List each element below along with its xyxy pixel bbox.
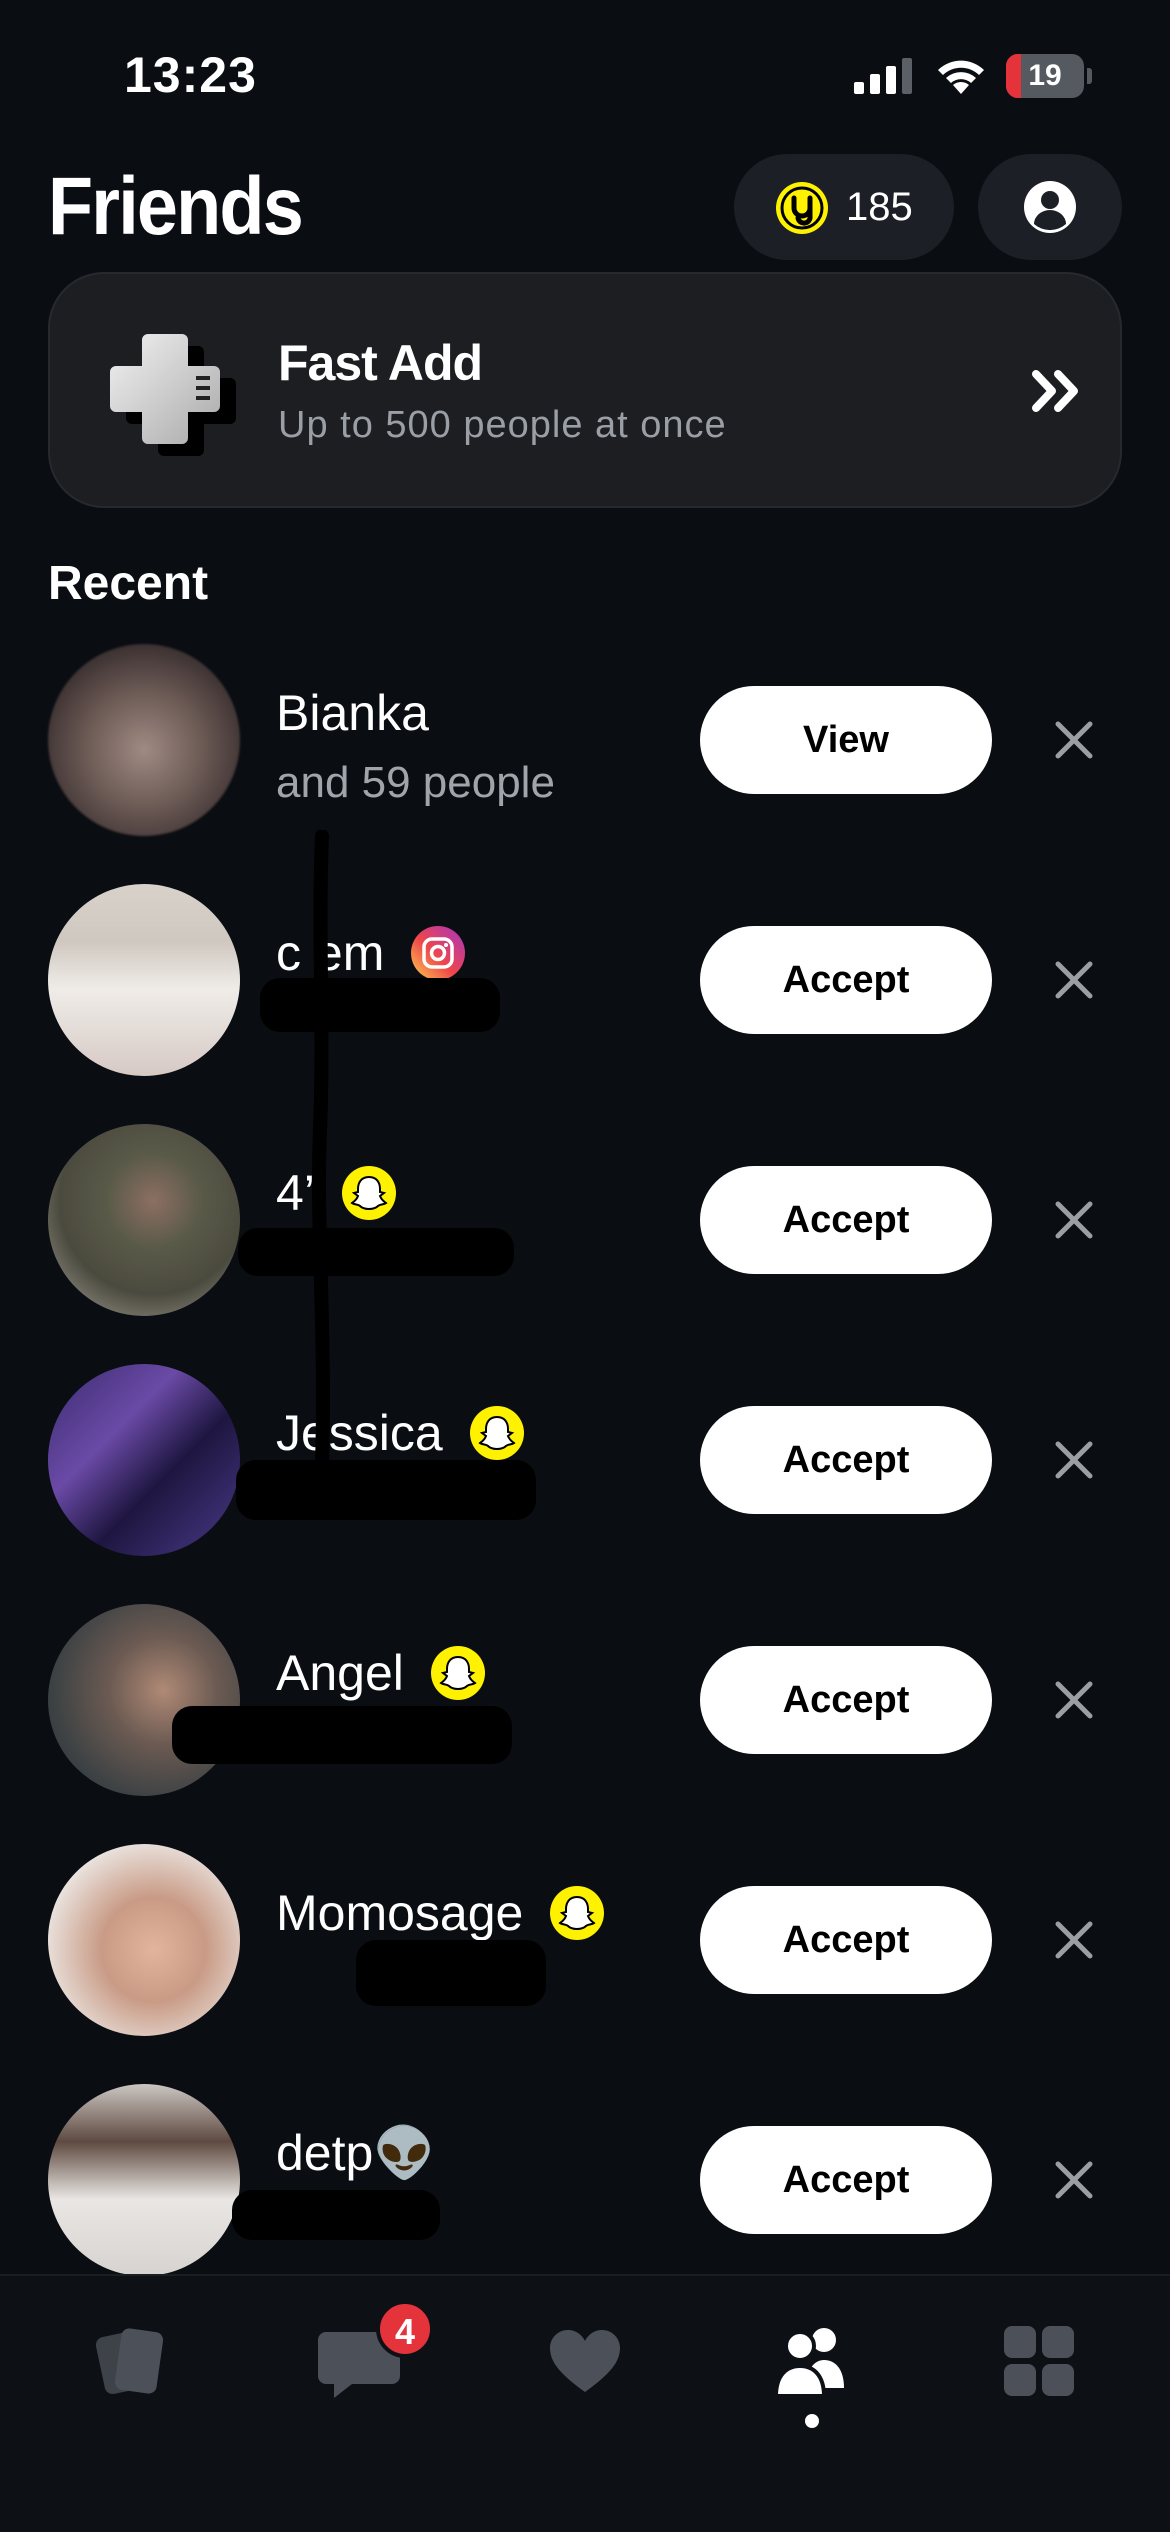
status-time: 13:23 xyxy=(124,47,257,103)
profile-button[interactable] xyxy=(978,154,1122,260)
avatar xyxy=(48,644,240,836)
redaction-mark xyxy=(356,1940,546,2006)
friend-name: Bianka xyxy=(276,685,429,741)
redaction-mark xyxy=(232,2190,440,2240)
avatar xyxy=(48,1364,240,1556)
tab-bar: 4 xyxy=(0,2274,1170,2532)
tab-cards[interactable] xyxy=(86,2316,176,2406)
tab-more[interactable] xyxy=(994,2316,1084,2406)
instagram-icon xyxy=(411,926,466,980)
status-bar: 13:23 19 xyxy=(0,0,1170,150)
accept-button[interactable]: Accept xyxy=(700,926,992,1034)
accept-button[interactable]: Accept xyxy=(700,1166,992,1274)
grid-icon xyxy=(1004,2326,1074,2396)
friend-request-row[interactable]: c em Accept xyxy=(0,880,1170,1080)
friends-icon xyxy=(773,2328,844,2398)
avatar xyxy=(48,2084,240,2276)
redaction-mark xyxy=(236,1460,536,1520)
battery-indicator: 19 xyxy=(1006,54,1092,98)
close-icon[interactable] xyxy=(1052,1438,1096,1482)
avatar xyxy=(48,1604,240,1796)
active-tab-indicator xyxy=(805,2414,819,2428)
snapchat-icon xyxy=(430,1646,485,1700)
friend-name: Angel xyxy=(276,1645,404,1701)
wifi-icon xyxy=(938,60,984,94)
coin-icon xyxy=(776,182,828,234)
accept-button[interactable]: Accept xyxy=(700,1646,992,1754)
fast-add-title: Fast Add xyxy=(278,335,483,391)
profile-icon xyxy=(1024,181,1076,233)
avatar xyxy=(48,884,240,1076)
cards-icon xyxy=(95,2328,164,2395)
tab-likes[interactable] xyxy=(540,2316,630,2406)
view-button[interactable]: View xyxy=(700,686,992,794)
close-icon[interactable] xyxy=(1052,2158,1096,2202)
double-chevron-right-icon xyxy=(1032,370,1078,412)
close-icon[interactable] xyxy=(1052,958,1096,1002)
friend-name: Momosage xyxy=(276,1885,524,1941)
close-icon[interactable] xyxy=(1052,1918,1096,1962)
fast-add-card[interactable]: Fast Add Up to 500 people at once xyxy=(48,272,1122,508)
section-title-recent: Recent xyxy=(48,557,209,610)
fast-add-icon xyxy=(110,334,236,456)
redaction-mark xyxy=(172,1706,512,1764)
accept-button[interactable]: Accept xyxy=(700,1886,992,1994)
close-icon[interactable] xyxy=(1052,1678,1096,1722)
friend-request-row[interactable]: detp👽 Accept xyxy=(0,2080,1170,2280)
avatar xyxy=(48,1844,240,2036)
accept-button[interactable]: Accept xyxy=(700,2126,992,2234)
close-icon[interactable] xyxy=(1052,718,1096,762)
battery-percent: 19 xyxy=(1028,59,1062,92)
accept-button[interactable]: Accept xyxy=(700,1406,992,1514)
friend-request-row[interactable]: 4’ Accept xyxy=(0,1120,1170,1320)
chat-badge: 4 xyxy=(376,2300,434,2358)
close-icon[interactable] xyxy=(1052,1198,1096,1242)
redaction-mark xyxy=(260,978,500,1032)
snapchat-icon xyxy=(550,1886,605,1940)
page-title: Friends xyxy=(48,161,304,252)
avatar xyxy=(48,1124,240,1316)
snapchat-icon xyxy=(341,1166,396,1220)
friend-request-row[interactable]: Momosage Accept xyxy=(0,1840,1170,2040)
friend-request-row[interactable]: Bianka and 59 people View xyxy=(0,640,1170,840)
cellular-signal-icon xyxy=(854,58,912,94)
redaction-mark xyxy=(238,1228,514,1276)
friend-subtitle: and 59 people xyxy=(276,758,555,807)
coins-count: 185 xyxy=(846,185,913,229)
scribble-mark xyxy=(312,830,330,1470)
coins-button[interactable]: 185 xyxy=(734,154,954,260)
fast-add-subtitle: Up to 500 people at once xyxy=(278,404,727,446)
heart-icon xyxy=(550,2330,620,2392)
friend-name: detp👽 xyxy=(276,2125,436,2181)
tab-friends[interactable] xyxy=(766,2316,856,2406)
friend-request-row[interactable]: Jessica Accept xyxy=(0,1360,1170,1560)
friend-request-row[interactable]: Angel Accept xyxy=(0,1600,1170,1800)
snapchat-icon xyxy=(469,1406,524,1460)
